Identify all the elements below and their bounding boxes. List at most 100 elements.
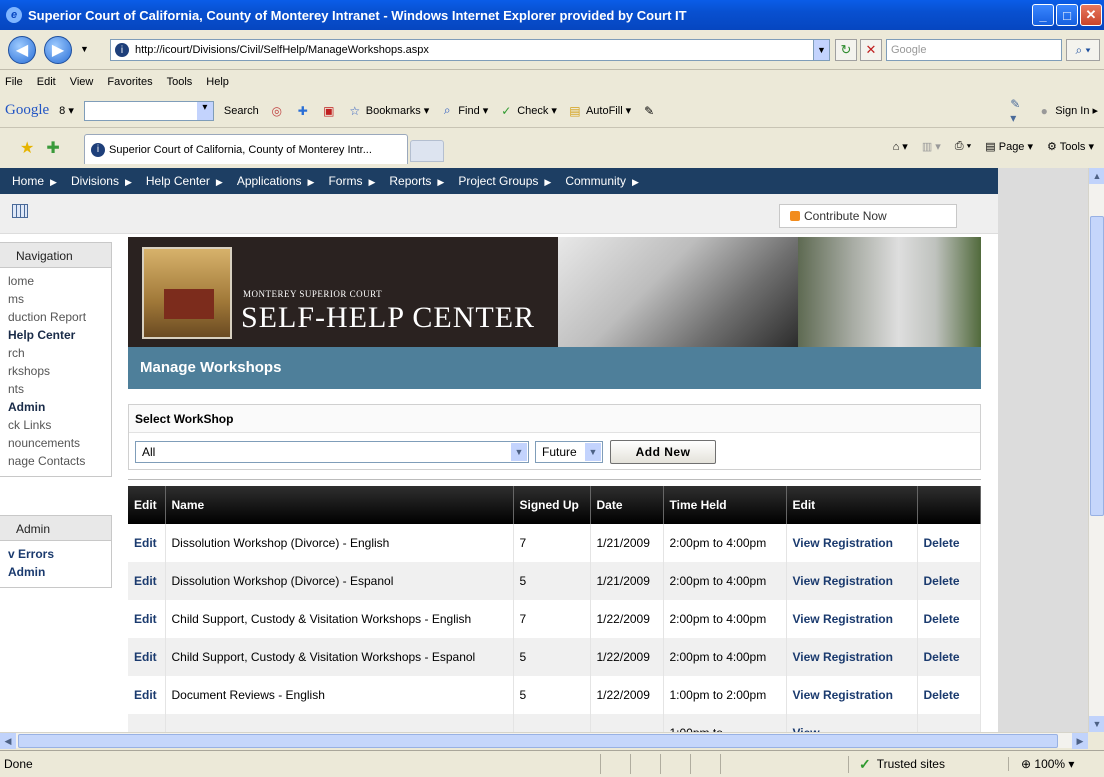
back-button[interactable]: ◀ (8, 36, 36, 64)
nav-community[interactable]: Community ▶ (565, 174, 639, 188)
delete-link[interactable]: Delete (917, 600, 981, 638)
google-search-button[interactable]: Search (224, 105, 259, 117)
edit-link[interactable]: Edit (128, 676, 166, 714)
search-button[interactable]: ⌕ ▾ (1066, 39, 1100, 61)
zoom-level[interactable]: ⊕ 100% ▾ (1008, 757, 1104, 771)
search-input[interactable]: Google (886, 39, 1062, 61)
left-nav-item[interactable]: nage Contacts (8, 452, 111, 470)
edit-link[interactable]: Edit (128, 524, 166, 562)
edit-link[interactable]: Edit (128, 600, 166, 638)
left-nav-item[interactable]: nouncements (8, 434, 111, 452)
security-zone[interactable]: ✓ Trusted sites (848, 755, 1008, 773)
scroll-right-icon[interactable]: ▶ (1072, 733, 1088, 749)
horizontal-scrollbar[interactable]: ◀ ▶ (0, 732, 1088, 749)
home-icon[interactable]: ⌂ ▾ (893, 140, 908, 153)
bookmarks-button[interactable]: ☆ Bookmarks ▾ (347, 103, 429, 119)
scroll-thumb-horizontal[interactable] (18, 734, 1058, 748)
tools-menu[interactable]: ⚙ Tools ▾ (1047, 140, 1094, 153)
nav-home[interactable]: Home ▶ (12, 174, 57, 188)
recent-pages-dropdown[interactable]: ▼ (80, 44, 89, 54)
google-account-dropdown[interactable]: 8 ▾ (59, 104, 74, 117)
scroll-left-icon[interactable]: ◀ (0, 733, 16, 749)
view-registration-link[interactable]: View Registration (786, 638, 918, 676)
nav-help-center[interactable]: Help Center ▶ (146, 174, 223, 188)
user-icon: ● (1040, 103, 1048, 118)
left-nav-section-admin[interactable]: Admin (8, 398, 111, 416)
delete-link[interactable]: Delete (917, 676, 981, 714)
delete-link[interactable] (917, 714, 981, 732)
find-button[interactable]: ⌕ Find ▾ (439, 103, 488, 119)
edit-link[interactable]: Edit (128, 638, 166, 676)
delete-link[interactable]: Delete (917, 524, 981, 562)
scroll-thumb[interactable] (1090, 216, 1104, 516)
google-search-field[interactable] (83, 100, 214, 121)
workshop-select[interactable]: All ▼ (135, 441, 529, 463)
contribute-now-button[interactable]: Contribute Now (779, 204, 957, 228)
scroll-up-icon[interactable]: ▲ (1089, 168, 1104, 184)
add-favorites-icon[interactable]: ✚ (46, 138, 59, 158)
view-registration-link[interactable]: View Registration (786, 562, 918, 600)
menu-help[interactable]: Help (206, 76, 229, 88)
timeframe-select[interactable]: Future ▼ (535, 441, 603, 463)
signed-up-count (513, 714, 591, 732)
nav-divisions[interactable]: Divisions ▶ (71, 174, 132, 188)
left-nav-item[interactable]: ck Links (8, 416, 111, 434)
url-dropdown-icon[interactable]: ▼ (813, 40, 829, 60)
menu-view[interactable]: View (70, 76, 94, 88)
menu-favorites[interactable]: Favorites (107, 76, 152, 88)
left-nav-item[interactable]: duction Report (8, 308, 111, 326)
nav-applications[interactable]: Applications ▶ (237, 174, 315, 188)
page-menu[interactable]: ▤ Page ▾ (985, 140, 1033, 153)
scroll-down-icon[interactable]: ▼ (1089, 716, 1104, 732)
favorites-center-icon[interactable]: ★ (20, 138, 34, 158)
left-nav-item[interactable]: Admin (8, 563, 111, 581)
delete-link[interactable]: Delete (917, 562, 981, 600)
delete-link[interactable]: Delete (917, 638, 981, 676)
news-icon[interactable]: ▣ (321, 103, 337, 119)
nav-project-groups[interactable]: Project Groups ▶ (458, 174, 551, 188)
forward-button[interactable]: ▶ (44, 36, 72, 64)
edit-link[interactable]: Edit (128, 562, 166, 600)
left-nav-section-help-center[interactable]: Help Center (8, 326, 111, 344)
self-help-banner: MONTEREY SUPERIOR COURT SELF-HELP CENTER (128, 237, 981, 347)
menu-file[interactable]: File (5, 76, 23, 88)
refresh-button[interactable]: ↻ (835, 39, 857, 61)
workshop-photo (558, 237, 798, 347)
tab-current[interactable]: i Superior Court of California, County o… (84, 134, 408, 164)
maximize-button[interactable]: □ (1056, 4, 1078, 26)
wrench-icon[interactable]: ✎ (641, 103, 657, 119)
print-icon[interactable]: ⎙ ▾ (955, 140, 971, 153)
url-field[interactable]: i http://icourt/Divisions/Civil/SelfHelp… (110, 39, 830, 61)
vertical-scrollbar[interactable]: ▲ ▼ (1088, 168, 1104, 732)
left-nav-item[interactable]: rch (8, 344, 111, 362)
sign-in-button[interactable]: ● Sign In ▸ (1036, 103, 1098, 119)
menu-edit[interactable]: Edit (37, 76, 56, 88)
view-registration-link[interactable]: View Registration (786, 676, 918, 714)
menu-tools[interactable]: Tools (167, 76, 193, 88)
stop-button[interactable]: ✕ (860, 39, 882, 61)
popup-blocker-icon[interactable]: ◎ (269, 103, 285, 119)
view-registration-link[interactable]: View Registration (786, 600, 918, 638)
nav-forms[interactable]: Forms ▶ (328, 174, 375, 188)
new-tab-button[interactable] (410, 140, 444, 162)
left-nav-item[interactable]: v Errors (8, 545, 111, 563)
left-nav-item[interactable]: rkshops (8, 362, 111, 380)
left-nav-item[interactable]: nts (8, 380, 111, 398)
plus-icon[interactable]: ✚ (295, 103, 311, 119)
left-nav-item[interactable]: ms (8, 290, 111, 308)
settings-wrench-icon[interactable]: ✎ ▾ (1010, 97, 1026, 125)
view-registration-link[interactable]: View (786, 714, 918, 732)
check-button[interactable]: ✓ Check ▾ (498, 103, 557, 119)
calendar-icon[interactable] (12, 204, 28, 218)
view-registration-link[interactable]: View Registration (786, 524, 918, 562)
admin-list: v Errors Admin (0, 541, 112, 588)
nav-reports[interactable]: Reports ▶ (389, 174, 444, 188)
minimize-button[interactable]: _ (1032, 4, 1054, 26)
feeds-icon[interactable]: ▥ ▾ (922, 140, 941, 153)
signed-up-count: 5 (513, 562, 591, 600)
close-button[interactable]: ✕ (1080, 4, 1102, 26)
add-new-button[interactable]: Add New (610, 440, 716, 464)
edit-link[interactable] (128, 714, 166, 732)
left-nav-item[interactable]: lome (8, 272, 111, 290)
autofill-button[interactable]: ▤ AutoFill ▾ (567, 103, 631, 119)
